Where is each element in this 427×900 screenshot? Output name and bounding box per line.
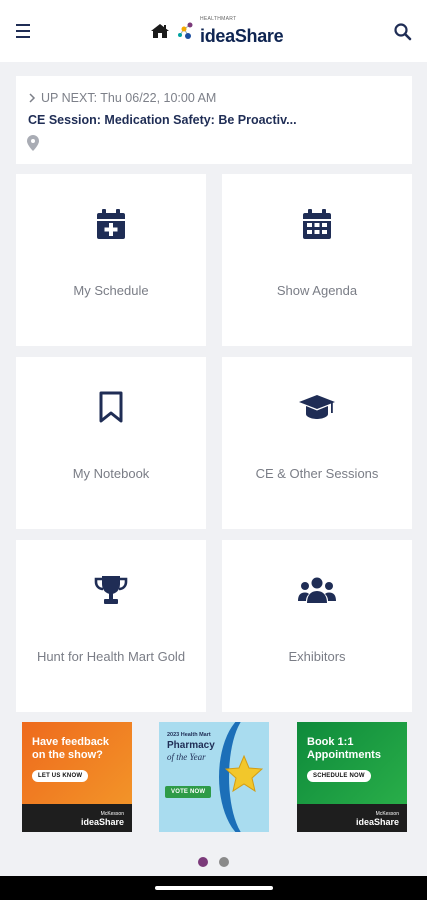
carousel-dot[interactable] [219, 857, 229, 867]
vote-now-button[interactable]: VOTE NOW [165, 786, 212, 798]
logo-text: ideaShare [200, 25, 284, 46]
banner-pharmacy-of-the-year[interactable]: 2023 Health Mart Pharmacy of the Year VO… [159, 722, 269, 832]
graduation-cap-icon [297, 387, 337, 427]
tile-hunt-health-mart-gold[interactable]: Hunt for Health Mart Gold [16, 540, 206, 712]
tile-label: Hunt for Health Mart Gold [36, 649, 186, 664]
let-us-know-button[interactable]: LET US KNOW [32, 770, 89, 782]
chevron-right-icon [29, 93, 36, 103]
banner-book-appointments[interactable]: Book 1:1 Appointments SCHEDULE NOW McKes… [297, 722, 407, 832]
up-next-session-title[interactable]: CE Session: Medication Safety: Be Proact… [28, 113, 297, 127]
system-navigation-bar [0, 876, 427, 900]
banner-title: Pharmacy [167, 740, 215, 751]
tile-my-notebook[interactable]: My Notebook [16, 357, 206, 529]
tile-label: My Schedule [73, 283, 149, 298]
logo-mark [176, 19, 200, 47]
banner-year-label: 2023 Health Mart [167, 732, 211, 738]
up-next-header: UP NEXT: Thu 06/22, 10:00 AM [28, 91, 216, 105]
calendar-plus-icon [91, 204, 131, 244]
tile-label: Exhibitors [288, 649, 346, 664]
banner-subtitle: of the Year [167, 752, 206, 762]
carousel-indicator [0, 857, 427, 869]
banner-title: Have feedback on the show? [32, 736, 110, 761]
tile-label: CE & Other Sessions [255, 466, 379, 481]
home-gesture-handle[interactable] [155, 886, 273, 890]
banner-footer: McKesson ideaShare [297, 804, 407, 832]
tile-show-agenda[interactable]: Show Agenda [222, 174, 412, 346]
banner-logo: McKesson ideaShare [80, 811, 124, 827]
banner-feedback[interactable]: Have feedback on the show? LET US KNOW M… [22, 722, 132, 832]
up-next-card[interactable]: UP NEXT: Thu 06/22, 10:00 AM CE Session:… [16, 76, 412, 164]
ideashare-logo: HEALTHMART ideaShare [176, 16, 284, 48]
schedule-now-button[interactable]: SCHEDULE NOW [307, 770, 371, 782]
star-icon [225, 754, 263, 793]
hamburger-menu-icon[interactable] [14, 20, 36, 42]
logo-tagline: HEALTHMART [200, 16, 237, 22]
banner-title: Book 1:1 Appointments [307, 736, 381, 761]
tile-label: Show Agenda [276, 283, 358, 298]
tile-ce-other-sessions[interactable]: CE & Other Sessions [222, 357, 412, 529]
calendar-grid-icon [297, 204, 337, 244]
tile-my-schedule[interactable]: My Schedule [16, 174, 206, 346]
tile-label: My Notebook [72, 466, 150, 481]
top-app-bar: HEALTHMART ideaShare [0, 0, 427, 62]
tile-exhibitors[interactable]: Exhibitors [222, 540, 412, 712]
up-next-label: UP NEXT: Thu 06/22, 10:00 AM [41, 91, 217, 105]
location-pin-icon [27, 135, 39, 151]
banner-logo: McKesson ideaShare [355, 811, 399, 827]
search-icon[interactable] [393, 22, 413, 42]
banner-footer: McKesson ideaShare [22, 804, 132, 832]
users-icon [297, 570, 337, 610]
carousel-dot-active[interactable] [198, 857, 208, 867]
trophy-icon [91, 570, 131, 610]
home-icon[interactable] [150, 22, 170, 40]
bookmark-icon [91, 387, 131, 427]
